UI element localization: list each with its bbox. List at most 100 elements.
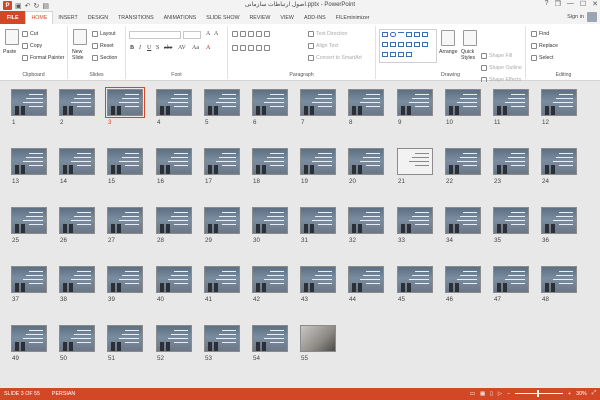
slide-thumbnail[interactable] xyxy=(541,207,577,234)
tab-view[interactable]: VIEW xyxy=(275,11,299,24)
tab-animations[interactable]: ANIMATIONS xyxy=(159,11,202,24)
find-button[interactable]: Find xyxy=(531,31,549,37)
copy-button[interactable]: Copy xyxy=(22,43,42,49)
new-slide-button[interactable]: New Slide xyxy=(72,49,92,61)
slide-thumbnail[interactable] xyxy=(11,266,47,293)
slide-thumbnail[interactable] xyxy=(59,89,95,116)
zoom-level[interactable]: 30% xyxy=(576,391,587,397)
normal-view-icon[interactable]: ▭ xyxy=(470,391,475,397)
slide-thumbnail[interactable] xyxy=(397,89,433,116)
language-indicator[interactable]: PERSIAN xyxy=(52,391,75,397)
triangle-shape-icon[interactable] xyxy=(414,32,420,37)
reading-view-icon[interactable]: ▯ xyxy=(490,391,493,397)
slide-thumbnail[interactable] xyxy=(156,148,192,175)
font-size-combo[interactable] xyxy=(183,31,201,39)
brace-shape-icon[interactable] xyxy=(422,42,428,47)
slide-sorter-view-icon[interactable]: ▦ xyxy=(480,391,485,397)
font-color-button[interactable]: A xyxy=(206,45,210,51)
slide-thumbnail[interactable] xyxy=(156,207,192,234)
slide-thumbnail[interactable] xyxy=(300,148,336,175)
slideshow-view-icon[interactable]: ▷ xyxy=(498,391,502,397)
section-button[interactable]: Section xyxy=(92,55,117,61)
undo-icon[interactable]: ↶ xyxy=(25,2,31,10)
slide-thumbnail[interactable] xyxy=(107,266,143,293)
convert-smartart-button[interactable]: Convert to SmartArt xyxy=(308,55,362,61)
slide-thumbnail[interactable] xyxy=(541,148,577,175)
slide-thumbnail[interactable] xyxy=(11,325,47,352)
slide-thumbnail[interactable] xyxy=(348,266,384,293)
tab-file[interactable]: FILE xyxy=(0,11,26,24)
tab-review[interactable]: REVIEW xyxy=(244,11,275,24)
slide-thumbnail[interactable] xyxy=(300,325,336,352)
slide-thumbnail[interactable] xyxy=(445,207,481,234)
slide-thumbnail[interactable] xyxy=(11,207,47,234)
slide-thumbnail[interactable] xyxy=(156,325,192,352)
tab-fileminimizer[interactable]: FILEminimizer xyxy=(331,11,375,24)
oval-shape-icon[interactable] xyxy=(390,32,396,37)
tab-add-ins[interactable]: ADD-INS xyxy=(299,11,331,24)
start-from-beginning-icon[interactable]: ▤ xyxy=(42,2,49,10)
cut-button[interactable]: Cut xyxy=(22,31,38,37)
slide-thumbnail[interactable] xyxy=(445,148,481,175)
tab-slide-show[interactable]: SLIDE SHOW xyxy=(201,11,244,24)
ribbon-display-icon[interactable]: ❐ xyxy=(555,0,561,8)
tab-design[interactable]: DESIGN xyxy=(83,11,113,24)
change-case-button[interactable]: Aa xyxy=(192,45,199,51)
arrange-button[interactable]: Arrange xyxy=(439,49,457,55)
save-icon[interactable]: ▣ xyxy=(15,2,22,10)
slide-thumbnail[interactable] xyxy=(348,207,384,234)
curve-shape-icon[interactable] xyxy=(414,42,420,47)
slide-thumbnail[interactable] xyxy=(156,89,192,116)
fit-to-window-icon[interactable]: ⤢ xyxy=(592,390,596,397)
slide-thumbnail[interactable] xyxy=(541,89,577,116)
slide-thumbnail[interactable] xyxy=(493,207,529,234)
slide-thumbnail[interactable] xyxy=(397,266,433,293)
bracket-shape-icon[interactable] xyxy=(398,52,404,57)
slide-thumbnail[interactable] xyxy=(252,89,288,116)
slide-thumbnail[interactable] xyxy=(348,89,384,116)
slide-thumbnail[interactable] xyxy=(252,207,288,234)
slide-thumbnail[interactable] xyxy=(107,325,143,352)
new-slide-icon[interactable] xyxy=(73,29,87,45)
flowchart-shape-icon[interactable] xyxy=(406,52,412,57)
slide-thumbnail[interactable] xyxy=(59,207,95,234)
font-name-combo[interactable] xyxy=(129,31,181,39)
shadow-button[interactable]: S xyxy=(156,45,159,51)
shape-fill-button[interactable]: Shape Fill xyxy=(481,53,512,59)
line-shape-icon[interactable] xyxy=(398,32,404,37)
character-spacing-button[interactable]: AV xyxy=(178,45,186,51)
paste-icon[interactable] xyxy=(5,29,19,45)
slide-thumbnail[interactable] xyxy=(59,148,95,175)
slide-thumbnail[interactable] xyxy=(204,89,240,116)
arrange-icon[interactable] xyxy=(441,30,455,46)
star-shape-icon[interactable] xyxy=(382,52,388,57)
replace-button[interactable]: Replace xyxy=(531,43,558,49)
grow-font-icon[interactable]: A xyxy=(206,31,210,37)
pentagon-shape-icon[interactable] xyxy=(398,42,404,47)
slide-thumbnail[interactable] xyxy=(105,87,145,118)
slide-thumbnail[interactable] xyxy=(11,89,47,116)
tab-transitions[interactable]: TRANSITIONS xyxy=(113,11,159,24)
close-icon[interactable]: ✕ xyxy=(592,0,598,8)
slide-thumbnail[interactable] xyxy=(300,89,336,116)
alignment-icons[interactable] xyxy=(232,45,270,51)
slide-thumbnail[interactable] xyxy=(541,266,577,293)
square-shape-icon[interactable] xyxy=(382,42,388,47)
slide-thumbnail[interactable] xyxy=(300,266,336,293)
zoom-out-button[interactable]: − xyxy=(507,391,510,397)
slide-thumbnail[interactable] xyxy=(59,325,95,352)
shape-outline-button[interactable]: Shape Outline xyxy=(481,65,522,71)
reset-button[interactable]: Reset xyxy=(92,43,114,49)
slide-thumbnail[interactable] xyxy=(445,266,481,293)
shrink-font-icon[interactable]: A xyxy=(214,31,218,37)
heart-shape-icon[interactable] xyxy=(390,52,396,57)
slide-thumbnail[interactable] xyxy=(300,207,336,234)
rectangle-shape-icon[interactable] xyxy=(382,32,388,37)
slide-thumbnail[interactable] xyxy=(348,148,384,175)
help-icon[interactable]: ? xyxy=(545,0,549,8)
slide-thumbnail[interactable] xyxy=(204,325,240,352)
rounded-rect-shape-icon[interactable] xyxy=(390,42,396,47)
bold-button[interactable]: B xyxy=(130,45,134,51)
arrow-shape-icon[interactable] xyxy=(406,32,412,37)
strikethrough-button[interactable]: abc xyxy=(164,45,172,51)
